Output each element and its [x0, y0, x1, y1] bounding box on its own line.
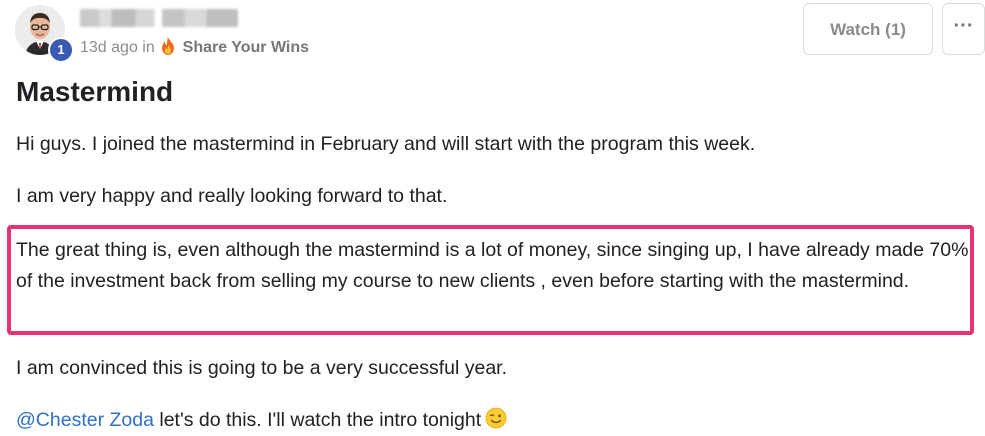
winking-face-emoji-icon	[485, 407, 507, 429]
post-time: 13d ago in	[80, 39, 155, 56]
fire-icon	[162, 37, 175, 55]
post-card: 1 13d ago in Share Your Wins Watch (1) ·…	[0, 0, 985, 436]
author-avatar[interactable]: 1	[15, 5, 74, 63]
post-paragraph: Hi guys. I joined the mastermind in Febr…	[16, 133, 756, 155]
post-paragraph: I am convinced this is going to be a ver…	[16, 357, 507, 379]
user-mention-link[interactable]: @Chester Zoda	[16, 409, 154, 431]
level-badge: 1	[48, 37, 74, 63]
post-paragraph: I am very happy and really looking forwa…	[16, 185, 448, 207]
author-name[interactable]	[80, 9, 238, 27]
more-options-button[interactable]: ···	[942, 3, 985, 55]
watch-button[interactable]: Watch (1)	[803, 3, 933, 55]
highlighted-paragraph: The great thing is, even although the ma…	[16, 239, 969, 292]
category-link[interactable]: Share Your Wins	[183, 39, 309, 56]
mention-paragraph: @Chester Zoda let's do this. I'll watch …	[16, 405, 507, 436]
post-meta: 13d ago in Share Your Wins	[80, 37, 309, 57]
post-title: Mastermind	[16, 76, 174, 107]
mention-paragraph-text: let's do this. I'll watch the intro toni…	[153, 409, 482, 431]
